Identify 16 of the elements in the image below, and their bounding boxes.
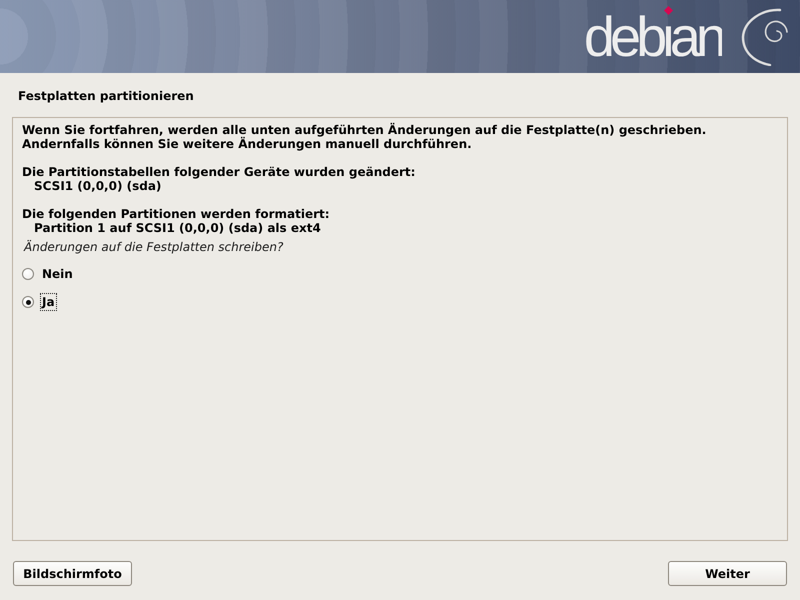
option-label[interactable]: Nein — [40, 265, 75, 283]
radio-button[interactable] — [22, 296, 34, 308]
diamond-icon — [664, 6, 673, 15]
option-label[interactable]: Ja — [40, 293, 57, 311]
intro-text: Wenn Sie fortfahren, werden alle unten aufgeführten Änderungen auf die Festplatte(n) geschrieben. Andernfalls können Sie weitere Änderungen manuell durchführen. — [22, 123, 708, 151]
swirl-icon — [740, 8, 790, 66]
continue-button[interactable]: Weiter — [668, 561, 787, 586]
section-heading: Die folgenden Partitionen werden formatiert: — [22, 207, 331, 221]
logo-text: debian — [584, 15, 722, 58]
screenshot-button[interactable]: Bildschirmfoto — [13, 561, 132, 586]
radio-button[interactable] — [22, 268, 34, 280]
page-title: Festplatten partitionieren — [18, 89, 194, 103]
list-entry: SCSI1 (0,0,0) (sda) — [33, 179, 162, 193]
section-heading: Die Partitionstabellen folgender Geräte wurden geändert: — [22, 165, 416, 179]
question-text: Änderungen auf die Festplatten schreiben? — [24, 240, 284, 254]
list-entry: Partition 1 auf SCSI1 (0,0,0) (sda) als ext4 — [33, 221, 322, 235]
